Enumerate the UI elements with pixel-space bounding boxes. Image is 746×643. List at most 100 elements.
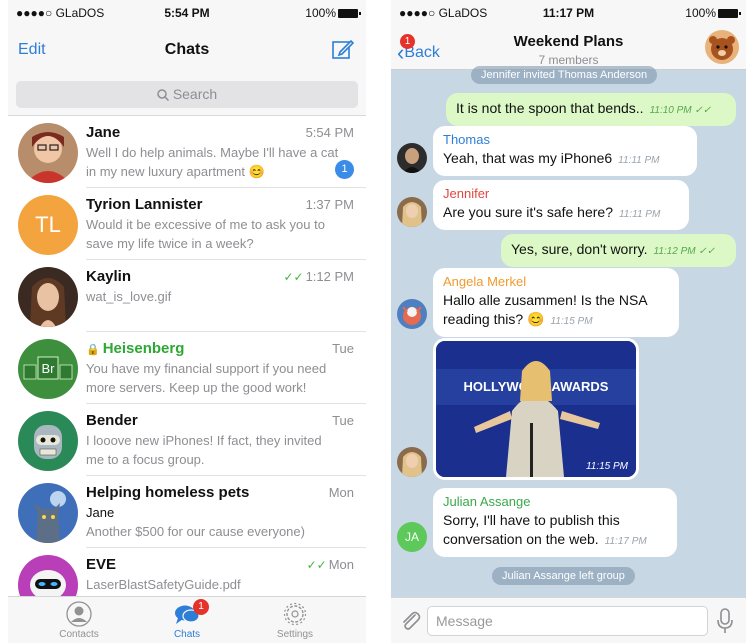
message-time: 11:11 PM xyxy=(618,155,660,166)
chat-list: Jane 5:54 PM Well I do help animals. May… xyxy=(8,116,366,596)
chat-preview: Jane Another $500 for our cause everyone) xyxy=(86,503,342,541)
message-time: 11:17 PM xyxy=(604,536,647,547)
search-area: Search xyxy=(8,74,366,116)
chat-time: ✓✓ Mon xyxy=(307,557,354,572)
chat-row-eve[interactable]: EVE ✓✓ Mon LaserBlastSafetyGuide.pdf xyxy=(8,548,366,596)
chat-row-kaylin[interactable]: Kaylin ✓✓ 1:12 PM wat_is_love.gif xyxy=(8,260,366,332)
chat-time: Tue xyxy=(332,341,354,356)
tab-chats[interactable]: 1 Chats xyxy=(147,599,227,640)
chat-time: 1:37 PM xyxy=(305,197,354,212)
avatar-initials: TL xyxy=(35,212,61,237)
avatar-initials: JA xyxy=(404,530,419,544)
compose-icon[interactable] xyxy=(332,38,354,60)
chat-row-tyrion[interactable]: TL Tyrion Lannister 1:37 PM Would it be … xyxy=(8,188,366,260)
message-time: 11:10 PM ✓✓ xyxy=(649,105,712,116)
chat-preview: I looove new iPhones! If fact, they invi… xyxy=(86,433,322,467)
chat-name: Helping homeless pets xyxy=(86,484,250,501)
avatar[interactable] xyxy=(397,197,427,227)
message-bubble-incoming[interactable]: Thomas Yeah, that was my iPhone6 11:11 PM xyxy=(433,126,697,176)
service-message: Jennifer invited Thomas Anderson xyxy=(471,66,658,84)
message-text: Hallo alle zusammen! Is the NSA reading … xyxy=(443,292,647,327)
chat-preview: LaserBlastSafetyGuide.pdf xyxy=(86,577,241,592)
chat-time: Tue xyxy=(332,413,354,428)
chat-preview: Well I do help animals. Maybe I'll have … xyxy=(86,145,339,179)
screenshot: ●●●●○ GLaDOS 5:54 PM 100% Edit Chats Sea… xyxy=(0,0,746,643)
avatar: TL xyxy=(18,195,78,255)
search-input[interactable]: Search xyxy=(16,81,358,108)
avatar: Br xyxy=(18,339,78,399)
avatar[interactable] xyxy=(397,447,427,477)
paperclip-icon[interactable] xyxy=(399,609,421,633)
search-placeholder: Search xyxy=(172,86,218,102)
avatar xyxy=(18,555,78,596)
battery-indicator: 100% xyxy=(685,6,741,20)
tab-badge: 1 xyxy=(193,599,209,615)
microphone-icon[interactable] xyxy=(716,608,734,634)
message-time-value: 11:12 PM xyxy=(653,246,696,257)
tab-bar: Contacts 1 Chats Settings xyxy=(8,596,366,643)
avatar[interactable] xyxy=(397,143,427,173)
unread-badge: 1 xyxy=(335,160,354,179)
photo-message[interactable]: HOLLYWOOD AWARDS 11:15 PM xyxy=(433,338,639,480)
chat-preview: wat_is_love.gif xyxy=(86,289,172,304)
navigation-bar: ‹Back 1 Weekend Plans 7 members xyxy=(391,24,746,70)
message-bubble-outgoing[interactable]: Yes, sure, don't worry. 11:12 PM ✓✓ xyxy=(501,234,736,267)
tab-label: Contacts xyxy=(59,629,99,640)
message-text: Yeah, that was my iPhone6 xyxy=(443,150,613,166)
message-placeholder: Message xyxy=(436,613,493,629)
chat-row-helping-homeless-pets[interactable]: Helping homeless pets Mon Jane Another $5… xyxy=(8,476,366,548)
message-time-value: 11:10 PM xyxy=(649,105,692,116)
message-input[interactable]: Message xyxy=(427,606,708,636)
double-check-icon: ✓✓ xyxy=(283,270,304,284)
group-title: Weekend Plans xyxy=(513,33,624,50)
chat-row-jane[interactable]: Jane 5:54 PM Well I do help animals. May… xyxy=(8,116,366,188)
chats-screen: ●●●●○ GLaDOS 5:54 PM 100% Edit Chats Sea… xyxy=(8,0,366,643)
message-sender: Thomas xyxy=(443,132,490,147)
double-check-icon: ✓✓ xyxy=(306,558,327,572)
chat-time-value: Mon xyxy=(328,557,354,572)
chat-row-heisenberg[interactable]: Br 🔒 Heisenberg Tue You have my financial… xyxy=(8,332,366,404)
lock-icon: 🔒 xyxy=(86,344,100,356)
service-message: Julian Assange left group xyxy=(492,567,635,585)
message-bubble-incoming[interactable]: Jennifer Are you sure it's safe here? 11:… xyxy=(433,180,689,230)
status-bar: ●●●●○ GLaDOS 11:17 PM 100% xyxy=(391,0,746,24)
avatar xyxy=(18,411,78,471)
message-bubble-outgoing[interactable]: It is not the spoon that bends.. 11:10 PM… xyxy=(446,93,736,126)
battery-icon xyxy=(718,9,741,18)
battery-percent: 100% xyxy=(685,6,716,20)
message-text: Are you sure it's safe here? xyxy=(443,204,613,220)
chat-name: Bender xyxy=(86,412,138,429)
avatar xyxy=(18,483,78,543)
chat-time: Mon xyxy=(328,485,354,500)
chat-name-text: Heisenberg xyxy=(102,340,185,357)
battery-indicator: 100% xyxy=(305,6,361,20)
tab-contacts[interactable]: Contacts xyxy=(39,601,119,640)
message-time: 11:12 PM ✓✓ xyxy=(653,246,716,257)
message-input-bar: Message xyxy=(391,597,746,643)
chat-name: EVE xyxy=(86,556,117,573)
chat-name: Tyrion Lannister xyxy=(86,196,203,213)
gear-icon xyxy=(283,602,307,626)
avatar[interactable] xyxy=(397,299,427,329)
chat-time-value: 1:12 PM xyxy=(305,269,354,284)
message-bubble-incoming[interactable]: Angela Merkel Hallo alle zusammen! Is th… xyxy=(433,268,679,337)
tab-label: Chats xyxy=(173,629,201,640)
message-sender: Julian Assange xyxy=(443,494,531,509)
group-avatar[interactable] xyxy=(705,30,739,64)
message-text: Yes, sure, don't worry. xyxy=(511,241,648,257)
tab-settings[interactable]: Settings xyxy=(255,601,335,640)
photo-image: HOLLYWOOD AWARDS 11:15 PM xyxy=(436,341,636,477)
battery-icon xyxy=(338,9,361,18)
chat-time: 5:54 PM xyxy=(305,125,354,140)
avatar[interactable]: JA xyxy=(397,522,427,552)
member-count: 7 members xyxy=(538,53,599,67)
tab-label: Settings xyxy=(276,629,314,640)
avatar xyxy=(18,123,78,183)
chat-time: ✓✓ 1:12 PM xyxy=(283,269,354,284)
message-time: 11:15 PM xyxy=(550,316,593,327)
message-text: Sorry, I'll have to publish this convers… xyxy=(443,512,620,547)
contacts-icon xyxy=(66,601,92,627)
message-bubble-incoming[interactable]: Julian Assange Sorry, I'll have to publi… xyxy=(433,488,677,557)
chat-row-bender[interactable]: Bender Tue I looove new iPhones! If fact… xyxy=(8,404,366,476)
avatar-text: Br xyxy=(42,361,56,376)
